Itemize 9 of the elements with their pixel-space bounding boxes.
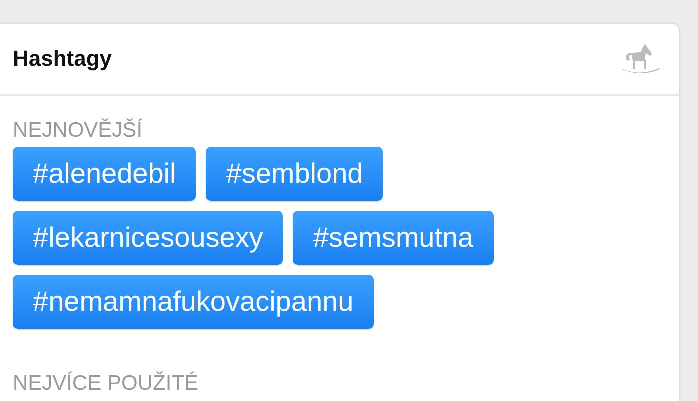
hashtag-button[interactable]: #lekarnicesousexy [13,211,284,265]
rocking-horse-icon [621,42,661,76]
card-title: Hashtagy [13,46,112,72]
hashtag-button[interactable]: #nemamnafukovacipannu [13,275,374,329]
section-heading: NEJVÍCE POUŽITÉ [13,371,199,397]
section-heading: NEJNOVĚJŠÍ [13,118,143,144]
hashtag-button[interactable]: #alenedebil [13,147,196,201]
hashtag-button[interactable]: #semsmutna [293,211,494,265]
hashtag-button[interactable]: #semblond [206,147,384,201]
